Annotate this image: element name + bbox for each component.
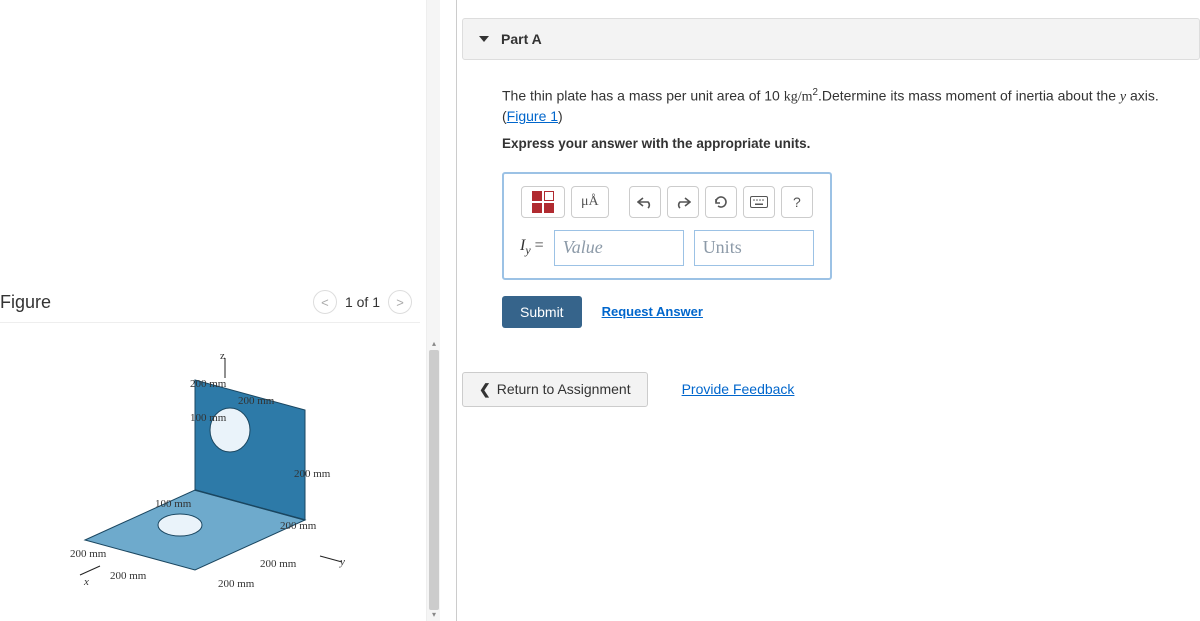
value-input[interactable]: Value [554, 230, 684, 266]
return-button[interactable]: ❮ Return to Assignment [462, 372, 648, 407]
reset-icon [713, 194, 729, 210]
help-button[interactable]: ? [781, 186, 813, 218]
axis-x-label: x [84, 576, 89, 588]
scrollbar-up-icon[interactable]: ▴ [427, 336, 441, 350]
vertical-divider [456, 0, 457, 621]
submit-button[interactable]: Submit [502, 296, 582, 328]
units-input[interactable]: Units [694, 230, 814, 266]
dim-bot-200b: 200 mm [218, 578, 254, 590]
request-answer-link[interactable]: Request Answer [602, 304, 703, 319]
figure-title: Figure [0, 292, 51, 313]
template-icon [532, 191, 554, 213]
special-char-button[interactable]: μÅ [571, 186, 609, 218]
part-title: Part A [501, 31, 542, 47]
provide-feedback-link[interactable]: Provide Feedback [682, 381, 795, 397]
pager-label: 1 of 1 [345, 294, 380, 310]
pager-prev-button[interactable]: < [313, 290, 337, 314]
answer-input-panel: μÅ ? Iy = Value Units [502, 172, 832, 280]
keyboard-icon [750, 196, 768, 208]
problem-statement: The thin plate has a mass per unit area … [502, 86, 1162, 154]
reset-button[interactable] [705, 186, 737, 218]
template-button[interactable] [521, 186, 565, 218]
chevron-left-icon: ❮ [479, 381, 491, 398]
dim-hole-100: 100 mm [155, 498, 191, 510]
axis-y-label: y [340, 556, 345, 568]
units-instruction: Express your answer with the appropriate… [502, 135, 1162, 154]
figure-scrollbar[interactable]: ▴ ▾ [426, 0, 440, 621]
figure-pager: < 1 of 1 > [313, 290, 412, 314]
pager-next-button[interactable]: > [388, 290, 412, 314]
dim-bot-200c: 200 mm [260, 558, 296, 570]
axis-z-label: z [220, 350, 225, 362]
undo-icon [637, 195, 653, 209]
variable-label: Iy = [520, 237, 544, 258]
part-header[interactable]: Part A [462, 18, 1200, 60]
dim-bot-200a: 200 mm [110, 570, 146, 582]
figure-link[interactable]: Figure 1 [507, 108, 558, 124]
undo-button[interactable] [629, 186, 661, 218]
dim-right-200b: 200 mm [280, 520, 316, 532]
dim-right-200a: 200 mm [294, 468, 330, 480]
caret-down-icon [479, 36, 489, 42]
keyboard-button[interactable] [743, 186, 775, 218]
dim-left-200: 200 mm [70, 548, 106, 560]
dim-top-100: 100 mm [190, 412, 226, 424]
figure-diagram: z 200 mm 200 mm 100 mm 200 mm 200 mm 200… [60, 350, 360, 600]
dim-top-200a: 200 mm [190, 378, 226, 390]
redo-icon [675, 195, 691, 209]
dim-top-200b: 200 mm [238, 395, 274, 407]
scrollbar-down-icon[interactable]: ▾ [427, 607, 441, 621]
redo-button[interactable] [667, 186, 699, 218]
